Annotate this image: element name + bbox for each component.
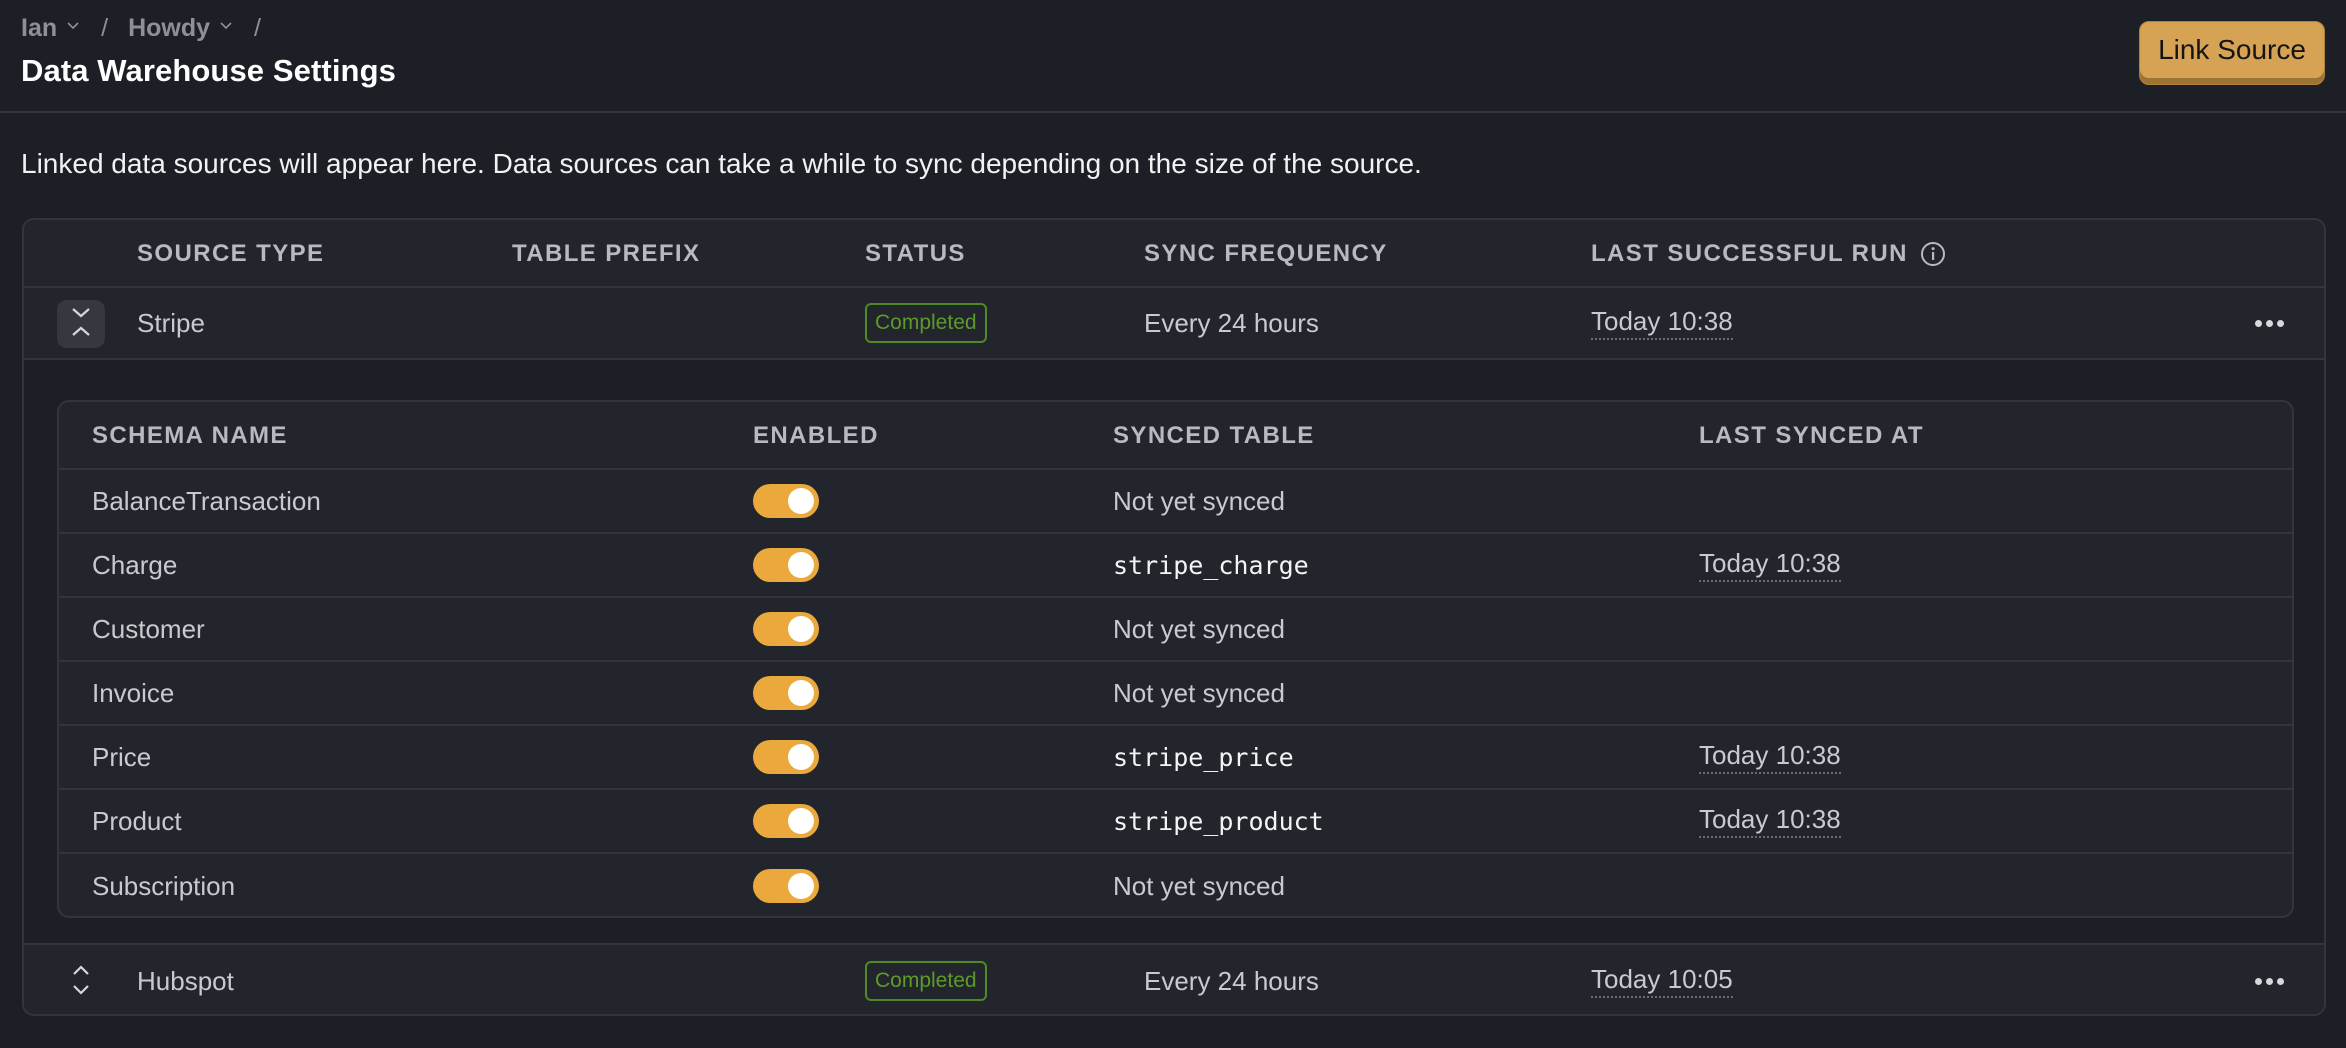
synced-table: stripe_price xyxy=(1113,742,1294,772)
column-header-enabled: ENABLED xyxy=(753,422,879,449)
last-successful-run-cell: Today 10:38 xyxy=(1591,288,1733,358)
schema-row: Price stripe_price Today 10:38 xyxy=(59,726,2292,790)
source-row-stripe[interactable]: Stripe Completed Every 24 hours Today 10… xyxy=(24,288,2324,360)
chevron-down-icon xyxy=(67,21,79,32)
last-synced-at[interactable]: Today 10:38 xyxy=(1699,740,1841,774)
sources-table: SOURCE TYPE TABLE PREFIX STATUS SYNC FRE… xyxy=(22,218,2326,1016)
schema-row: Subscription Not yet synced xyxy=(59,854,2292,916)
schema-row: Customer Not yet synced xyxy=(59,598,2292,662)
breadcrumb: Ian / Howdy / xyxy=(21,14,281,43)
enabled-cell xyxy=(753,854,819,916)
more-actions-button[interactable] xyxy=(2255,288,2284,358)
last-successful-run-cell: Today 10:05 xyxy=(1591,945,1733,1014)
enabled-toggle[interactable] xyxy=(753,676,819,710)
collapse-icon xyxy=(69,305,93,344)
breadcrumb-separator: / xyxy=(101,14,109,42)
collapse-row-button[interactable] xyxy=(57,300,105,348)
breadcrumb-org-label: Ian xyxy=(21,14,58,42)
sources-table-header: SOURCE TYPE TABLE PREFIX STATUS SYNC FRE… xyxy=(24,220,2324,288)
column-header-last-synced-at: LAST SYNCED AT xyxy=(1699,422,1924,449)
more-horizontal-icon xyxy=(2255,977,2284,985)
synced-table: Not yet synced xyxy=(1113,870,1285,901)
synced-table: stripe_product xyxy=(1113,806,1324,836)
sync-frequency: Every 24 hours xyxy=(1144,307,1319,338)
page-description: Linked data sources will appear here. Da… xyxy=(21,148,1422,179)
sync-frequency: Every 24 hours xyxy=(1144,965,1319,996)
page-title: Data Warehouse Settings xyxy=(21,53,396,88)
toggle-thumb xyxy=(788,744,814,770)
schema-row: Charge stripe_charge Today 10:38 xyxy=(59,534,2292,598)
schema-name: Charge xyxy=(92,549,178,580)
toggle-thumb xyxy=(788,616,814,642)
enabled-cell xyxy=(753,470,819,532)
enabled-toggle[interactable] xyxy=(753,548,819,582)
toggle-thumb xyxy=(788,873,814,899)
last-successful-run[interactable]: Today 10:05 xyxy=(1591,964,1733,998)
breadcrumb-org[interactable]: Ian xyxy=(21,14,79,43)
enabled-toggle[interactable] xyxy=(753,869,819,903)
enabled-cell xyxy=(753,534,819,596)
schema-name: Product xyxy=(92,805,182,836)
enabled-cell xyxy=(753,790,819,852)
schema-row: Product stripe_product Today 10:38 xyxy=(59,790,2292,854)
column-header-schema-name: SCHEMA NAME xyxy=(92,422,288,449)
schema-row: BalanceTransaction Not yet synced xyxy=(59,470,2292,534)
status-badge: Completed xyxy=(865,961,987,1001)
schema-name: Subscription xyxy=(92,870,236,901)
schema-name: Price xyxy=(92,741,152,772)
synced-table: stripe_charge xyxy=(1113,550,1309,580)
status-cell: Completed xyxy=(865,288,987,358)
status-badge: Completed xyxy=(865,303,987,343)
column-header-status: STATUS xyxy=(865,240,966,267)
enabled-toggle[interactable] xyxy=(753,740,819,774)
column-header-table-prefix: TABLE PREFIX xyxy=(512,240,701,267)
expand-row-button[interactable] xyxy=(57,958,105,1006)
toggle-thumb xyxy=(788,680,814,706)
schemas-table-header: SCHEMA NAME ENABLED SYNCED TABLE LAST SY… xyxy=(59,402,2292,470)
last-synced-at[interactable]: Today 10:38 xyxy=(1699,548,1841,582)
expand-icon xyxy=(69,963,93,1002)
last-synced-at-cell: Today 10:38 xyxy=(1699,726,1841,788)
toggle-thumb xyxy=(788,808,814,834)
last-synced-at-cell: Today 10:38 xyxy=(1699,790,1841,852)
schema-name: BalanceTransaction xyxy=(92,485,321,516)
chevron-down-icon xyxy=(220,21,232,32)
last-successful-run[interactable]: Today 10:38 xyxy=(1591,306,1733,340)
enabled-toggle[interactable] xyxy=(753,804,819,838)
info-icon[interactable] xyxy=(1920,241,1946,267)
column-header-sync-frequency: SYNC FREQUENCY xyxy=(1144,240,1388,267)
enabled-cell xyxy=(753,598,819,660)
breadcrumb-separator: / xyxy=(254,14,261,42)
source-type: Stripe xyxy=(137,307,205,338)
toggle-thumb xyxy=(788,488,814,514)
column-header-synced-table: SYNCED TABLE xyxy=(1113,422,1315,449)
column-header-last-successful-run: LAST SUCCESSFUL RUN xyxy=(1591,220,1946,288)
page-header: Ian / Howdy / Data Warehouse Settings Li… xyxy=(0,0,2346,113)
last-synced-at-cell: Today 10:38 xyxy=(1699,534,1841,596)
last-synced-at[interactable]: Today 10:38 xyxy=(1699,804,1841,838)
schema-name: Customer xyxy=(92,613,205,644)
column-header-last-successful-run-label: LAST SUCCESSFUL RUN xyxy=(1591,240,1908,267)
source-row-hubspot[interactable]: Hubspot Completed Every 24 hours Today 1… xyxy=(24,943,2324,1014)
enabled-toggle[interactable] xyxy=(753,612,819,646)
schema-row: Invoice Not yet synced xyxy=(59,662,2292,726)
synced-table: Not yet synced xyxy=(1113,677,1285,708)
synced-table: Not yet synced xyxy=(1113,613,1285,644)
enabled-cell xyxy=(753,726,819,788)
more-actions-button[interactable] xyxy=(2255,945,2284,1014)
schema-name: Invoice xyxy=(92,677,175,708)
enabled-cell xyxy=(753,662,819,724)
column-header-source-type: SOURCE TYPE xyxy=(137,240,325,267)
synced-table: Not yet synced xyxy=(1113,485,1285,516)
toggle-thumb xyxy=(788,552,814,578)
breadcrumb-project[interactable]: Howdy xyxy=(128,14,232,43)
link-source-button[interactable]: Link Source xyxy=(2139,21,2325,85)
schemas-table: SCHEMA NAME ENABLED SYNCED TABLE LAST SY… xyxy=(57,400,2294,918)
status-cell: Completed xyxy=(865,945,987,1014)
enabled-toggle[interactable] xyxy=(753,484,819,518)
source-type: Hubspot xyxy=(137,965,234,996)
more-horizontal-icon xyxy=(2255,319,2284,327)
breadcrumb-project-label: Howdy xyxy=(128,14,211,42)
